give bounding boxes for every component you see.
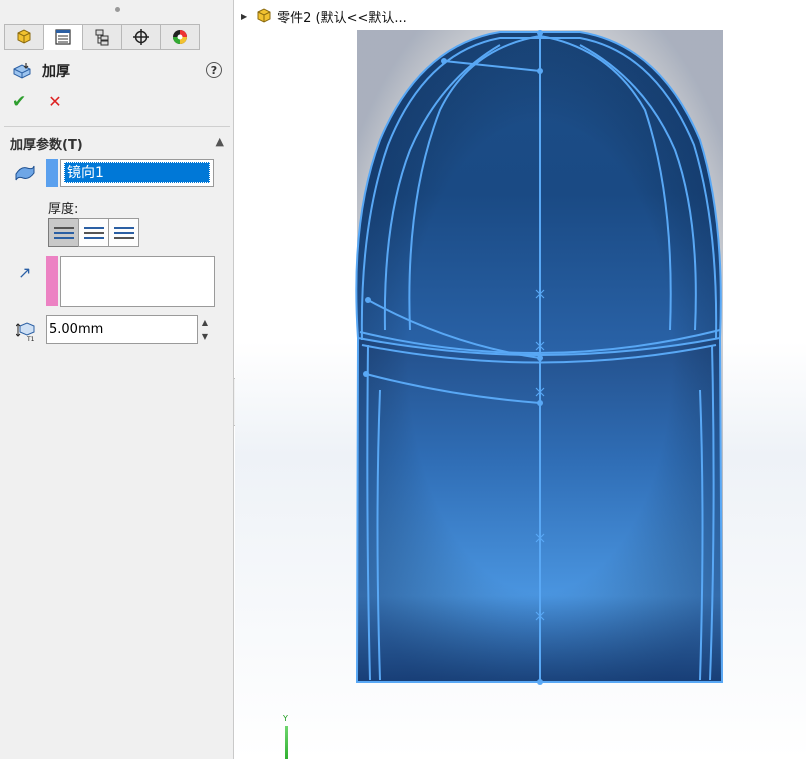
feature-title-row: 加厚 ? [12,61,222,81]
tab-dimxpert-manager[interactable] [121,24,161,50]
thickened-surface-model[interactable] [235,0,806,759]
thicken-side-2-icon [113,224,134,242]
panel-grip[interactable] [0,0,233,20]
surface-selection-box[interactable]: 镜向1 [60,159,214,187]
thickness-input[interactable] [46,315,198,344]
y-axis-arrow [285,726,288,759]
ok-cancel-row: ✔ ✕ [12,94,62,111]
group-divider [4,126,230,127]
tab-property-manager[interactable] [43,24,83,50]
spin-down-button[interactable]: ▼ [198,329,212,343]
group-title: 加厚参数(T) [10,137,83,153]
tab-display-manager[interactable] [160,24,200,50]
surface-icon [15,165,35,181]
selection-color-bar [46,159,58,187]
property-manager-panel: 加厚 ? ✔ ✕ 加厚参数(T) ▲ 镜向1 厚度: ↗ T1 5.00mm ▲… [0,0,234,759]
property-list-icon [55,29,71,45]
ok-button[interactable]: ✔ [12,94,26,111]
expand-arrow-icon[interactable]: ▶ [241,12,247,21]
thicken-both-sides-button[interactable] [78,218,109,247]
reference-triad: Y [281,714,293,759]
appearance-icon [173,30,187,44]
thickness-spinner: ▲ ▼ [198,315,212,344]
selected-surface-item[interactable]: 镜向1 [64,162,210,183]
thicken-side-1-button[interactable] [48,218,79,247]
part-icon [257,8,271,23]
tab-feature-manager[interactable] [4,24,44,50]
part-icon [17,29,31,44]
help-icon[interactable]: ? [206,62,222,78]
feature-title: 加厚 [42,64,70,80]
direction-selection-box[interactable] [60,256,215,307]
thicken-side-2-button[interactable] [108,218,139,247]
depth-icon-label: T1 [26,336,35,342]
spin-up-button[interactable]: ▲ [198,315,212,329]
tab-configuration-manager[interactable] [82,24,122,50]
thickness-side-buttons [48,218,139,247]
manager-tabs [4,24,200,51]
collapse-icon[interactable]: ▲ [216,135,224,148]
part-name-label[interactable]: 零件2 (默认<<默认... [277,7,407,26]
y-axis-label: Y [283,714,288,723]
configuration-icon [95,29,109,46]
feature-tree-flyout[interactable]: ▶ 零件2 (默认<<默认... [241,6,407,26]
thicken-both-sides-icon [83,224,104,242]
depth-icon: T1 [16,322,35,342]
graphics-viewport[interactable]: ▶ 零件2 (默认<<默认... Y [235,0,806,759]
thicken-side-1-icon [53,224,74,242]
cancel-button[interactable]: ✕ [48,94,61,111]
direction-color-bar [46,256,58,306]
direction-arrow-icon: ↗ [18,263,32,282]
thickness-label: 厚度: [48,202,79,217]
thicken-parameters-header[interactable]: 加厚参数(T) ▲ [10,133,224,153]
crosshair-icon [133,29,149,45]
thicken-feature-icon [13,63,31,79]
